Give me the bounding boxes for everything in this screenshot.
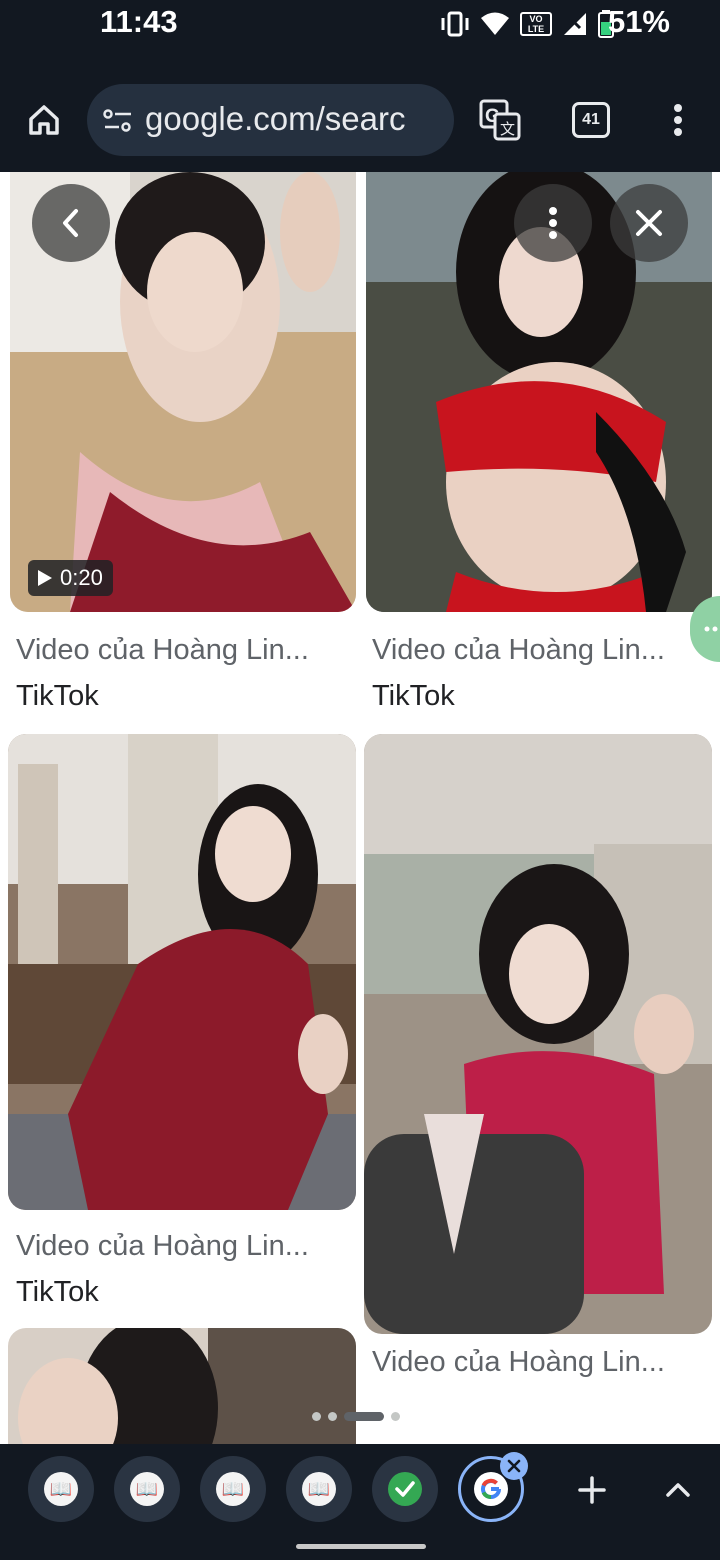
- home-gesture-pill[interactable]: [296, 1544, 426, 1549]
- tab-strip: 📖 📖 📖 📖: [0, 1444, 720, 1534]
- battery-percent: 51%: [607, 4, 670, 39]
- back-button[interactable]: [32, 184, 110, 262]
- result-image-3: [8, 734, 356, 1210]
- tab-1[interactable]: 📖: [28, 1456, 94, 1522]
- tab-3[interactable]: 📖: [200, 1456, 266, 1522]
- svg-text:文: 文: [500, 120, 515, 138]
- video-duration: 0:20: [60, 565, 103, 590]
- result-source-1: TikTok: [16, 680, 99, 712]
- google-favicon-icon: [474, 1472, 508, 1506]
- status-bar: 11:43 VO LTE 51%: [0, 0, 720, 70]
- pager-dot[interactable]: [312, 1412, 321, 1421]
- expand-chevron-up-icon: [666, 1483, 690, 1497]
- more-horiz-icon: [704, 626, 718, 632]
- menu-button[interactable]: [664, 100, 692, 140]
- pager-dot[interactable]: [328, 1412, 337, 1421]
- result-caption-3[interactable]: Video của Hoàng Lin...: [16, 1230, 309, 1263]
- video-duration-badge: 0:20: [28, 560, 113, 596]
- status-icons: VO LTE: [440, 10, 614, 38]
- home-button[interactable]: [22, 96, 66, 144]
- address-bar[interactable]: google.com/searc: [87, 84, 454, 156]
- url-text[interactable]: google.com/searc: [145, 100, 405, 138]
- close-tab-button[interactable]: [500, 1452, 528, 1480]
- carousel-pager: [312, 1412, 400, 1421]
- book-favicon-icon: 📖: [130, 1472, 164, 1506]
- new-tab-plus-icon: [578, 1476, 606, 1504]
- book-favicon-icon: 📖: [44, 1472, 78, 1506]
- tab-4[interactable]: 📖: [286, 1456, 352, 1522]
- overlay-menu-button[interactable]: [514, 184, 592, 262]
- translate-button[interactable]: G文: [476, 96, 524, 144]
- result-thumbnail-5[interactable]: [8, 1328, 356, 1444]
- gesture-nav-bar: [0, 1534, 720, 1560]
- result-caption-2[interactable]: Video của Hoàng Lin...: [372, 634, 665, 667]
- translate-icon: G文: [479, 99, 521, 141]
- tab-2[interactable]: 📖: [114, 1456, 180, 1522]
- result-thumbnail-3[interactable]: [8, 734, 356, 1210]
- more-vert-icon: [549, 207, 557, 239]
- result-image-5: [8, 1328, 356, 1444]
- back-chevron-icon: [63, 209, 78, 237]
- close-icon: [636, 210, 662, 236]
- close-button[interactable]: [610, 184, 688, 262]
- home-icon: [29, 105, 59, 135]
- vibrate-icon: [441, 11, 469, 37]
- site-settings-icon[interactable]: [103, 108, 133, 134]
- result-thumbnail-4[interactable]: [364, 734, 712, 1334]
- result-source-3: TikTok: [16, 1276, 99, 1308]
- book-favicon-icon: 📖: [216, 1472, 250, 1506]
- signal-icon: [564, 13, 586, 35]
- image-results-grid: 0:20 Video của Hoàng Lin... TikTok Video…: [0, 172, 720, 1444]
- play-icon: [38, 570, 52, 586]
- result-caption-1[interactable]: Video của Hoàng Lin...: [16, 634, 309, 667]
- volte-badge: VO LTE: [520, 12, 552, 36]
- tab-5[interactable]: [372, 1456, 438, 1522]
- result-source-2: TikTok: [372, 680, 455, 712]
- browser-toolbar: google.com/searc G文 41: [0, 70, 720, 172]
- status-time: 11:43: [100, 4, 178, 39]
- new-tab-button[interactable]: [570, 1468, 614, 1512]
- tab-count: 41: [582, 111, 600, 128]
- screen: 11:43 VO LTE 51% google.com/searc G文 41: [0, 0, 720, 1560]
- more-vert-icon: [674, 104, 682, 136]
- tab-switcher-button[interactable]: 41: [572, 102, 610, 138]
- result-image-4: [364, 734, 712, 1334]
- expand-tab-strip-button[interactable]: [656, 1468, 700, 1512]
- wifi-icon: [481, 12, 509, 35]
- pager-dot[interactable]: [391, 1412, 400, 1421]
- close-icon: [507, 1459, 521, 1473]
- pager-dot-active[interactable]: [344, 1412, 384, 1421]
- book-favicon-icon: 📖: [302, 1472, 336, 1506]
- checkmark-favicon-icon: [388, 1472, 422, 1506]
- result-caption-4[interactable]: Video của Hoàng Lin...: [372, 1346, 665, 1379]
